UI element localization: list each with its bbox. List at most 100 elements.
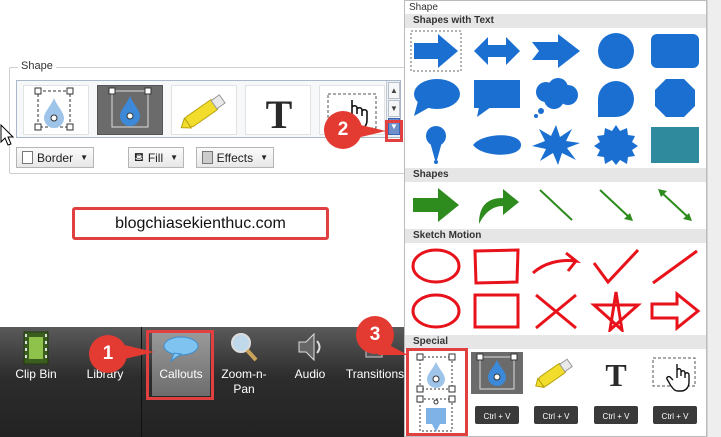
section-shapes: Shapes bbox=[405, 168, 706, 182]
website-url-box: blogchiasekienthuc.com bbox=[72, 207, 329, 240]
keyboard-keys-icon: Ctrl + V bbox=[653, 406, 697, 424]
shape-cloud-callout[interactable] bbox=[530, 77, 582, 119]
shape-arrow-right[interactable] bbox=[410, 30, 462, 72]
burst-shape-icon bbox=[532, 125, 580, 165]
transitions-label: Transitions bbox=[345, 367, 405, 381]
border-button[interactable]: Border ▼ bbox=[16, 147, 94, 168]
rounded-rect-shape-icon bbox=[651, 34, 699, 68]
shape-green-double-arrow-line[interactable] bbox=[649, 184, 701, 226]
effects-button[interactable]: Effects ▼ bbox=[196, 147, 274, 168]
sketch-checkmark[interactable] bbox=[590, 245, 642, 287]
sketch-ellipse-2[interactable] bbox=[410, 290, 462, 332]
shape-rounded-rect[interactable] bbox=[649, 30, 701, 72]
sketch-rectangle-2-icon bbox=[473, 293, 520, 329]
shape-oval-callout[interactable] bbox=[410, 77, 462, 119]
shape-double-arrow[interactable] bbox=[471, 30, 523, 72]
mouse-pointer-icon bbox=[0, 124, 14, 146]
sketch-rectangle[interactable] bbox=[471, 245, 523, 287]
shape-green-curved-arrow[interactable] bbox=[471, 184, 523, 226]
gallery-text[interactable]: T bbox=[245, 85, 311, 137]
section-shapes-with-text: Shapes with Text bbox=[405, 14, 706, 28]
green-line-icon bbox=[539, 189, 573, 221]
gallery-drop-shape-outline[interactable] bbox=[23, 85, 89, 135]
pin-drop-shape-icon bbox=[426, 126, 446, 164]
magnifier-icon bbox=[231, 333, 258, 362]
octagon-shape-icon bbox=[655, 79, 695, 117]
special-keys-3[interactable]: Ctrl + V bbox=[590, 394, 642, 436]
shape-teardrop-horizontal[interactable] bbox=[471, 124, 523, 166]
highlighter-icon bbox=[180, 94, 226, 129]
dropdown-scrollbar[interactable] bbox=[707, 0, 721, 437]
sketch-ellipse[interactable] bbox=[410, 245, 462, 287]
shape-circle[interactable] bbox=[590, 30, 642, 72]
special-highlighter[interactable] bbox=[530, 352, 582, 394]
step-badge-3: 3 bbox=[356, 316, 394, 354]
shape-green-arrow-right[interactable] bbox=[410, 184, 462, 226]
gallery-highlighter[interactable] bbox=[171, 85, 237, 135]
sketch-star[interactable] bbox=[590, 290, 642, 332]
chevron-arrow-shape-icon bbox=[532, 34, 580, 68]
shape-green-line[interactable] bbox=[530, 184, 582, 226]
special-highlighter-icon bbox=[535, 358, 573, 389]
sketch-star-icon bbox=[590, 291, 642, 332]
sketch-rectangle-2[interactable] bbox=[471, 290, 523, 332]
shape-green-line-arrow[interactable] bbox=[590, 184, 642, 226]
rounded-drop-shape-icon bbox=[598, 81, 634, 117]
border-label: Border bbox=[37, 150, 74, 165]
fill-label: Fill bbox=[147, 150, 164, 165]
keyboard-keys-icon: Ctrl + V bbox=[594, 406, 638, 424]
shape-rect-callout[interactable] bbox=[471, 77, 523, 119]
svg-text:Ctrl + V: Ctrl + V bbox=[662, 412, 690, 421]
cloud-callout-shape-icon bbox=[534, 78, 578, 118]
sketch-line[interactable] bbox=[649, 245, 701, 287]
svg-text:Ctrl + V: Ctrl + V bbox=[603, 412, 631, 421]
keyboard-keys-icon: Ctrl + V bbox=[534, 406, 578, 424]
text-t-icon: T bbox=[266, 92, 293, 137]
shape-octagon[interactable] bbox=[649, 77, 701, 119]
taskbar-clip-bin[interactable]: Clip Bin bbox=[6, 327, 66, 437]
sketch-checkmark-icon bbox=[592, 248, 640, 285]
special-hand-cursor-icon bbox=[652, 357, 696, 392]
sketch-block-arrow[interactable] bbox=[649, 290, 701, 332]
special-keys-2[interactable]: Ctrl + V bbox=[530, 394, 582, 436]
teardrop-horizontal-shape-icon bbox=[473, 135, 521, 155]
sketch-ellipse-icon bbox=[411, 248, 461, 284]
fill-button[interactable]: ⛾ Fill ▼ bbox=[128, 147, 184, 168]
gallery-scroll-down[interactable]: ▼ bbox=[388, 100, 400, 117]
arrow-right-shape-icon bbox=[410, 30, 462, 72]
special-text[interactable]: T bbox=[590, 352, 642, 394]
svg-text:T: T bbox=[266, 92, 293, 136]
special-column-highlight bbox=[406, 348, 468, 436]
taskbar-zoom-n-pan[interactable]: Zoom-n- Pan bbox=[216, 327, 272, 437]
clip-bin-label: Clip Bin bbox=[15, 367, 57, 381]
effects-icon bbox=[202, 151, 213, 164]
sketch-arrow-icon bbox=[531, 251, 582, 275]
section-special: Special bbox=[405, 335, 706, 349]
sketch-arrow[interactable] bbox=[530, 245, 582, 287]
svg-text:Ctrl + V: Ctrl + V bbox=[484, 412, 512, 421]
special-drop-dark[interactable] bbox=[471, 352, 523, 394]
shape-rounded-drop[interactable] bbox=[590, 77, 642, 119]
sketch-x-mark-icon bbox=[535, 293, 577, 330]
gallery-scroll-up[interactable]: ▲ bbox=[388, 82, 400, 99]
sketch-x-mark[interactable] bbox=[530, 290, 582, 332]
rect-callout-shape-icon bbox=[474, 80, 520, 117]
shape-panel-title: Shape bbox=[18, 60, 56, 72]
keyboard-keys-icon: Ctrl + V bbox=[475, 406, 519, 424]
special-keys-4[interactable]: Ctrl + V bbox=[649, 394, 701, 436]
taskbar-audio[interactable]: Audio bbox=[282, 327, 338, 437]
border-icon bbox=[22, 151, 34, 164]
shape-burst[interactable] bbox=[530, 124, 582, 166]
shape-seal[interactable] bbox=[590, 124, 642, 166]
shape-pin-drop[interactable] bbox=[410, 124, 462, 166]
seal-shape-icon bbox=[594, 125, 638, 165]
shape-chevron-arrow[interactable] bbox=[530, 30, 582, 72]
gallery-drop-shape-selected[interactable] bbox=[97, 85, 163, 135]
svg-text:Ctrl + V: Ctrl + V bbox=[543, 412, 571, 421]
special-hand-click[interactable] bbox=[649, 352, 701, 394]
shape-dropdown-title: Shape bbox=[409, 2, 438, 13]
effects-label: Effects bbox=[216, 150, 254, 165]
green-curved-arrow-icon bbox=[479, 189, 519, 224]
shape-teal-rectangle[interactable] bbox=[649, 124, 701, 166]
special-keys-1[interactable]: Ctrl + V bbox=[471, 394, 523, 436]
